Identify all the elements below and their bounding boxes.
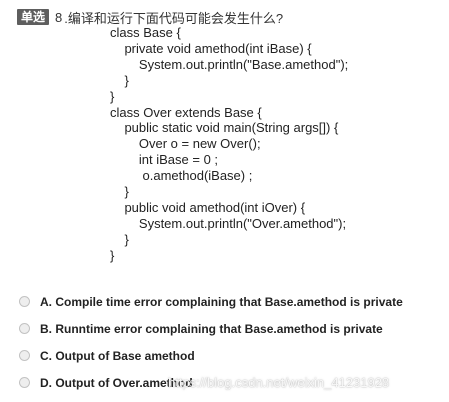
option-d[interactable]: D. Output of Over.amethod xyxy=(19,369,444,396)
code-line: class Base { xyxy=(110,25,181,40)
option-b[interactable]: B. Runntime error complaining that Base.… xyxy=(19,315,444,342)
code-line: int iBase = 0 ; xyxy=(110,152,219,168)
code-line: Over o = new Over(); xyxy=(110,136,261,152)
code-line: class Over extends Base { xyxy=(110,104,262,120)
code-line: System.out.println("Base.amethod"); xyxy=(110,56,349,72)
code-block: class Base { private void amethod(int iB… xyxy=(110,25,348,264)
code-line: private void amethod(int iBase) { xyxy=(110,40,312,56)
code-line: o.amethod(iBase) ; xyxy=(110,168,253,184)
code-line: } xyxy=(110,88,115,104)
code-line: } xyxy=(110,231,129,247)
code-line: System.out.println("Over.amethod"); xyxy=(110,215,347,231)
code-line: public void amethod(int iOver) { xyxy=(110,199,306,215)
radio-button[interactable] xyxy=(19,350,30,361)
option-a[interactable]: A. Compile time error complaining that B… xyxy=(19,288,444,315)
question-type-badge: 单选 xyxy=(17,9,50,25)
option-label[interactable]: A. Compile time error complaining that B… xyxy=(40,295,403,309)
code-line: } xyxy=(110,184,129,200)
radio-button[interactable] xyxy=(19,323,30,334)
question-text: .编译和运行下面代码可能会发生什么? xyxy=(64,10,284,26)
radio-button[interactable] xyxy=(19,377,30,388)
code-line: public static void main(String args[]) { xyxy=(110,120,339,136)
option-label[interactable]: C. Output of Base amethod xyxy=(40,349,195,363)
option-label[interactable]: B. Runntime error complaining that Base.… xyxy=(40,322,383,336)
code-line: } xyxy=(110,72,129,88)
question-number: 8 xyxy=(55,9,63,25)
code-line: } xyxy=(110,247,115,263)
radio-button[interactable] xyxy=(19,296,30,307)
option-label[interactable]: D. Output of Over.amethod xyxy=(40,376,193,390)
question-header: 单选 8 .编译和运行下面代码可能会发生什么? xyxy=(17,8,283,26)
answer-options: A. Compile time error complaining that B… xyxy=(19,288,444,396)
option-c[interactable]: C. Output of Base amethod xyxy=(19,342,444,369)
